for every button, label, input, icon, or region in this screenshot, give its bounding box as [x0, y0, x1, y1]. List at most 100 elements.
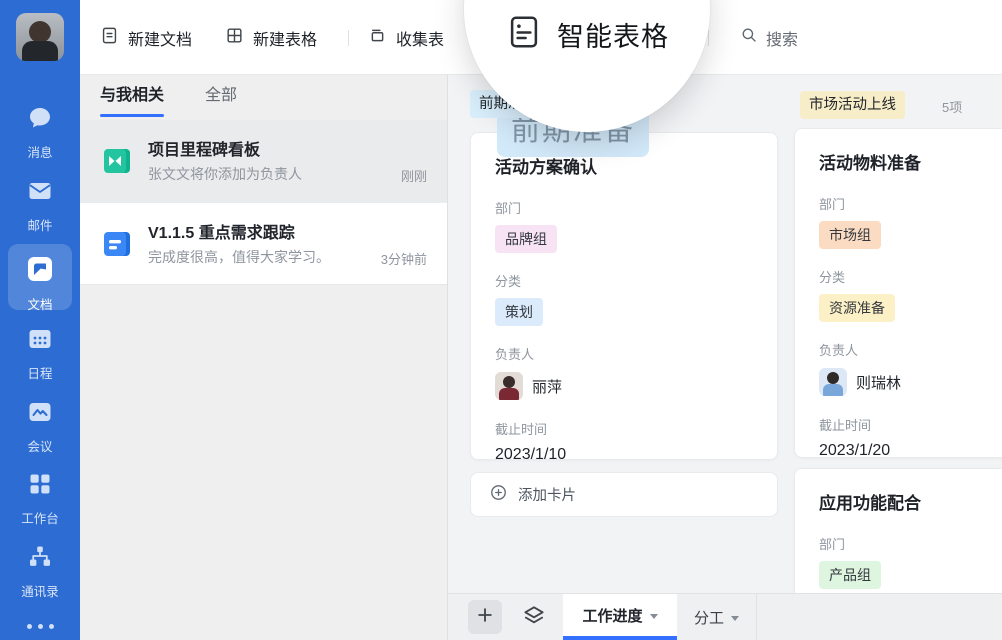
sheet-tab-bar: 工作进度 分工 — [448, 593, 1002, 640]
plus-icon — [475, 605, 495, 630]
new-sheet-button[interactable]: 新建表格 — [225, 0, 317, 75]
card-title: 应用功能配合 — [819, 489, 1002, 514]
assignee-name: 丽萍 — [532, 376, 562, 397]
doc-title: V1.1.5 重点需求跟踪 — [148, 219, 295, 243]
collect-form-icon — [368, 26, 387, 50]
tab-related-label: 与我相关 — [100, 87, 164, 104]
tab-related-to-me[interactable]: 与我相关 — [100, 75, 164, 120]
list-item-requirement-tracking[interactable]: V1.1.5 重点需求跟踪 完成度很高，值得大家学习。 3分钟前 — [80, 202, 447, 284]
column-card-count: 5项 — [942, 97, 962, 116]
tab-all-label: 全部 — [205, 87, 237, 104]
sidebar-item-workbench[interactable]: 工作台 — [0, 470, 80, 527]
tab-all[interactable]: 全部 — [205, 75, 237, 120]
tab-division[interactable]: 分工 — [677, 594, 757, 640]
new-doc-icon — [100, 26, 119, 50]
layers-icon — [521, 603, 547, 634]
meeting-icon — [26, 413, 54, 430]
doc-file-icon — [100, 227, 134, 266]
mail-icon — [26, 192, 54, 209]
smart-sheet-icon — [505, 13, 543, 56]
kanban-board: 前期准备 前期准备 市场活动上线 5项 活动方案确认 部门 品牌组 分类 策划 … — [448, 75, 1002, 640]
sidebar-item-label: 邮件 — [0, 215, 80, 234]
smartsheet-file-icon — [100, 144, 134, 183]
panel-tabs: 与我相关 全部 — [80, 75, 447, 120]
department-chip[interactable]: 市场组 — [819, 221, 881, 249]
sidebar-item-label: 工作台 — [0, 508, 80, 527]
card-title: 活动物料准备 — [819, 149, 1002, 174]
app-sidebar: 消息 邮件 文档 日程 会议 工作台 通讯录 — [0, 0, 80, 640]
sidebar-item-mail[interactable]: 邮件 — [0, 177, 80, 234]
column-header-launch[interactable]: 市场活动上线 — [800, 91, 905, 119]
collect-form-button[interactable]: 收集表 — [368, 0, 444, 75]
sidebar-item-label: 会议 — [0, 436, 80, 455]
category-chip[interactable]: 策划 — [495, 298, 543, 326]
sidebar-item-calendar[interactable]: 日程 — [0, 325, 80, 382]
add-circle-icon — [489, 483, 508, 506]
sidebar-item-label: 通讯录 — [0, 581, 80, 600]
assignee[interactable]: 丽萍 — [495, 371, 753, 401]
field-label: 部门 — [819, 534, 1002, 553]
chevron-down-icon — [650, 614, 658, 619]
contacts-icon — [26, 558, 54, 575]
list-item-milestone-board[interactable]: 项目里程碑看板 张文文将你添加为负责人 刚刚 — [80, 120, 447, 202]
kanban-card-plan-confirm[interactable]: 活动方案确认 部门 品牌组 分类 策划 负责人 丽萍 截止时间 2023/1/1… — [470, 132, 778, 460]
doc-subtitle: 完成度很高，值得大家学习。 — [148, 247, 330, 267]
field-label: 截止时间 — [819, 415, 1002, 434]
field-label: 分类 — [495, 271, 753, 290]
active-tab-underline — [100, 114, 164, 117]
doc-title: 项目里程碑看板 — [148, 136, 260, 160]
field-label: 截止时间 — [495, 419, 753, 438]
assignee-name: 则瑞林 — [856, 372, 901, 393]
due-date: 2023/1/20 — [819, 442, 1002, 460]
tab-work-progress[interactable]: 工作进度 — [563, 594, 677, 640]
add-card-label: 添加卡片 — [518, 484, 576, 505]
smart-sheet-label: 智能表格 — [557, 15, 669, 54]
field-label: 部门 — [819, 194, 1002, 213]
search-label: 搜索 — [766, 26, 798, 50]
sidebar-item-messages[interactable]: 消息 — [0, 104, 80, 161]
workbench-icon — [26, 485, 54, 502]
new-sheet-icon — [225, 26, 244, 50]
toolbar-divider — [348, 30, 349, 46]
chevron-down-icon — [731, 616, 739, 621]
sidebar-item-docs[interactable]: 文档 — [0, 254, 80, 313]
user-avatar[interactable] — [16, 13, 64, 61]
sidebar-item-label: 消息 — [0, 142, 80, 161]
field-label: 负责人 — [495, 344, 753, 363]
view-list-button[interactable] — [519, 603, 549, 633]
new-doc-button[interactable]: 新建文档 — [100, 0, 192, 75]
category-chip[interactable]: 资源准备 — [819, 294, 895, 322]
sidebar-item-contacts[interactable]: 通讯录 — [0, 543, 80, 600]
field-label: 分类 — [819, 267, 1002, 286]
department-chip[interactable]: 品牌组 — [495, 225, 557, 253]
recent-doc-list: 项目里程碑看板 张文文将你添加为负责人 刚刚 V1.1.5 重点需求跟踪 完成度… — [80, 120, 447, 285]
message-icon — [26, 119, 54, 136]
sidebar-item-label: 文档 — [0, 294, 80, 313]
add-view-button[interactable] — [468, 600, 502, 634]
assignee-avatar — [495, 372, 523, 400]
doc-list-panel: 与我相关 全部 项目里程碑看板 张文文将你添加为负责人 刚刚 — [80, 75, 448, 640]
tab-division-label: 分工 — [694, 607, 724, 628]
field-label: 部门 — [495, 198, 753, 217]
kanban-card-materials[interactable]: 活动物料准备 部门 市场组 分类 资源准备 负责人 则瑞林 截止时间 2023/… — [794, 128, 1002, 458]
doc-time: 刚刚 — [401, 166, 427, 185]
field-label: 负责人 — [819, 340, 1002, 359]
add-card-button[interactable]: 添加卡片 — [470, 472, 778, 517]
doc-time: 3分钟前 — [381, 249, 427, 268]
collect-form-label: 收集表 — [396, 26, 444, 50]
new-sheet-label: 新建表格 — [253, 26, 317, 50]
tab-work-progress-label: 工作进度 — [582, 605, 642, 626]
search-icon — [740, 26, 758, 49]
sidebar-item-meetings[interactable]: 会议 — [0, 398, 80, 455]
search-button[interactable]: 搜索 — [740, 0, 798, 75]
smart-sheet-button[interactable]: 智能表格 — [505, 13, 669, 56]
doc-subtitle: 张文文将你添加为负责人 — [148, 164, 302, 184]
new-doc-label: 新建文档 — [128, 26, 192, 50]
calendar-icon — [26, 340, 54, 357]
department-chip[interactable]: 产品组 — [819, 561, 881, 589]
toolbar-divider — [708, 30, 709, 46]
sidebar-item-label: 日程 — [0, 363, 80, 382]
assignee-avatar — [819, 368, 847, 396]
assignee[interactable]: 则瑞林 — [819, 367, 1002, 397]
more-dots-icon[interactable] — [0, 616, 80, 634]
